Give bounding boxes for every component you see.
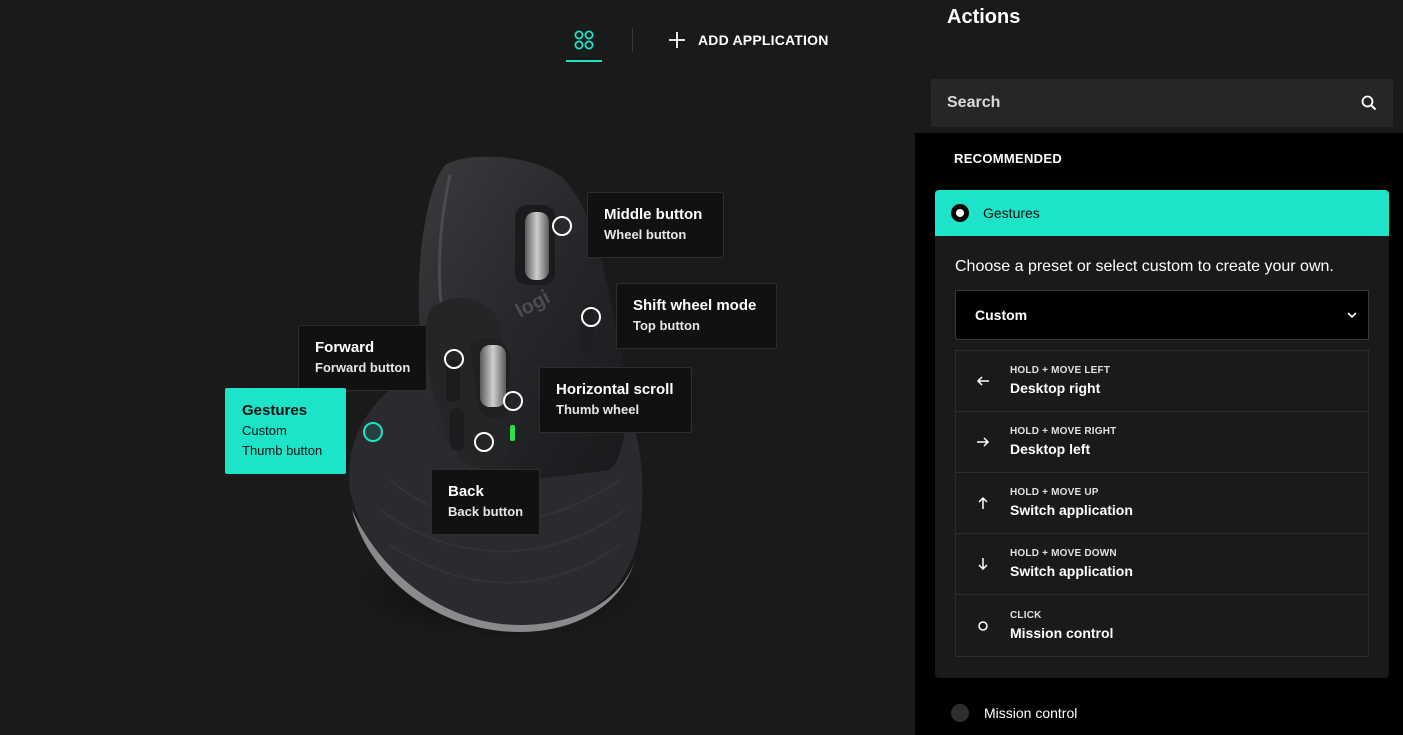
action-option-gestures[interactable]: Gestures [935,190,1389,236]
apps-grid-icon [574,30,594,50]
hotspot-back[interactable] [474,432,494,452]
gesture-action: Desktop right [1010,380,1101,396]
callout-subtitle: Back button [448,504,524,519]
callout-back[interactable]: Back Back button [431,469,540,535]
action-name: Gestures [983,205,1040,221]
callout-title: Middle button [604,206,703,223]
callout-title: Horizontal scroll [556,381,674,398]
gesture-row-up[interactable]: HOLD + MOVE UP Switch application [956,473,1368,534]
gesture-list: HOLD + MOVE LEFT Desktop right HOLD + MO… [955,350,1369,657]
gesture-hint: HOLD + MOVE DOWN [1010,548,1117,559]
arrow-down-icon [976,557,990,571]
gesture-row-click[interactable]: CLICK Mission control [956,595,1368,656]
action-name: Mission control [984,705,1078,721]
callout-subtitle: Thumb wheel [556,402,640,417]
preset-dropdown-value: Custom [975,307,1028,323]
hotspot-gestures[interactable] [363,422,383,442]
callout-title: Shift wheel mode [633,297,757,314]
gesture-hint: HOLD + MOVE UP [1010,487,1099,498]
search-box[interactable] [931,79,1393,127]
callout-horizontal-scroll[interactable]: Horizontal scroll Thumb wheel [539,367,692,433]
callout-subtitle: Forward button [315,360,411,375]
add-application-button[interactable]: ADD APPLICATION [668,30,829,50]
plus-icon [669,32,685,48]
gesture-hint: CLICK [1010,609,1042,621]
all-applications-tab[interactable] [566,26,602,62]
hotspot-middle-button[interactable] [552,216,572,236]
hotspot-shift-wheel-mode[interactable] [581,307,601,327]
callout-subtitle: Top button [633,318,700,333]
selected-action-card: Gestures Choose a preset or select custo… [935,190,1389,678]
actions-panel: Actions RECOMMENDED Gestures Choose a pr… [915,0,1403,735]
add-application-label: ADD APPLICATION [698,32,829,48]
callout-gestures[interactable]: Gestures Custom Thumb button [225,388,346,474]
hotspot-forward[interactable] [444,349,464,369]
gesture-action: Mission control [1010,624,1114,641]
search-strip [915,53,1403,133]
callout-title: Gestures [242,402,308,419]
top-navigation: ADD APPLICATION [0,0,915,70]
circle-icon [976,619,990,633]
search-input[interactable] [947,94,1361,112]
search-icon[interactable] [1361,95,1377,111]
hotspot-horizontal-scroll[interactable] [503,391,523,411]
callout-title: Back [448,483,484,500]
arrow-up-icon [976,496,990,510]
preset-description: Choose a preset or select custom to crea… [955,258,1334,275]
gesture-row-left[interactable]: HOLD + MOVE LEFT Desktop right [956,351,1368,412]
callout-forward[interactable]: Forward Forward button [298,325,427,391]
nav-divider [632,28,633,52]
callout-middle-button[interactable]: Middle button Wheel button [587,192,724,258]
gesture-hint: HOLD + MOVE LEFT [1010,365,1111,376]
gesture-action: Switch application [1010,563,1133,579]
gesture-row-right[interactable]: HOLD + MOVE RIGHT Desktop left [956,412,1368,473]
actions-panel-header: Actions [915,0,1403,53]
callout-action: Custom [242,423,287,438]
radio-unselected-icon[interactable] [951,704,969,722]
arrow-right-icon [976,435,990,449]
arrow-left-icon [976,374,990,388]
callout-subtitle: Thumb button [242,443,323,458]
gesture-hint: HOLD + MOVE RIGHT [1010,426,1117,437]
callout-subtitle: Wheel button [604,227,687,242]
logi-options-app: ADD APPLICATION logi Middle button Wheel… [0,0,1403,735]
panel-title: Actions [947,6,1021,28]
callout-title: Forward [315,339,375,356]
chevron-down-icon [1347,312,1357,319]
gesture-action: Desktop left [1010,441,1091,457]
gesture-row-down[interactable]: HOLD + MOVE DOWN Switch application [956,534,1368,595]
device-canvas: ADD APPLICATION logi Middle button Wheel… [0,0,915,735]
radio-selected-icon[interactable] [951,204,969,222]
action-option-mission-control[interactable]: Mission control [951,704,1077,722]
section-label-recommended: RECOMMENDED [954,151,1063,166]
gesture-action: Switch application [1010,502,1133,518]
active-tab-indicator [566,60,602,62]
callout-shift-wheel-mode[interactable]: Shift wheel mode Top button [616,283,777,349]
preset-dropdown[interactable]: Custom [955,290,1369,340]
